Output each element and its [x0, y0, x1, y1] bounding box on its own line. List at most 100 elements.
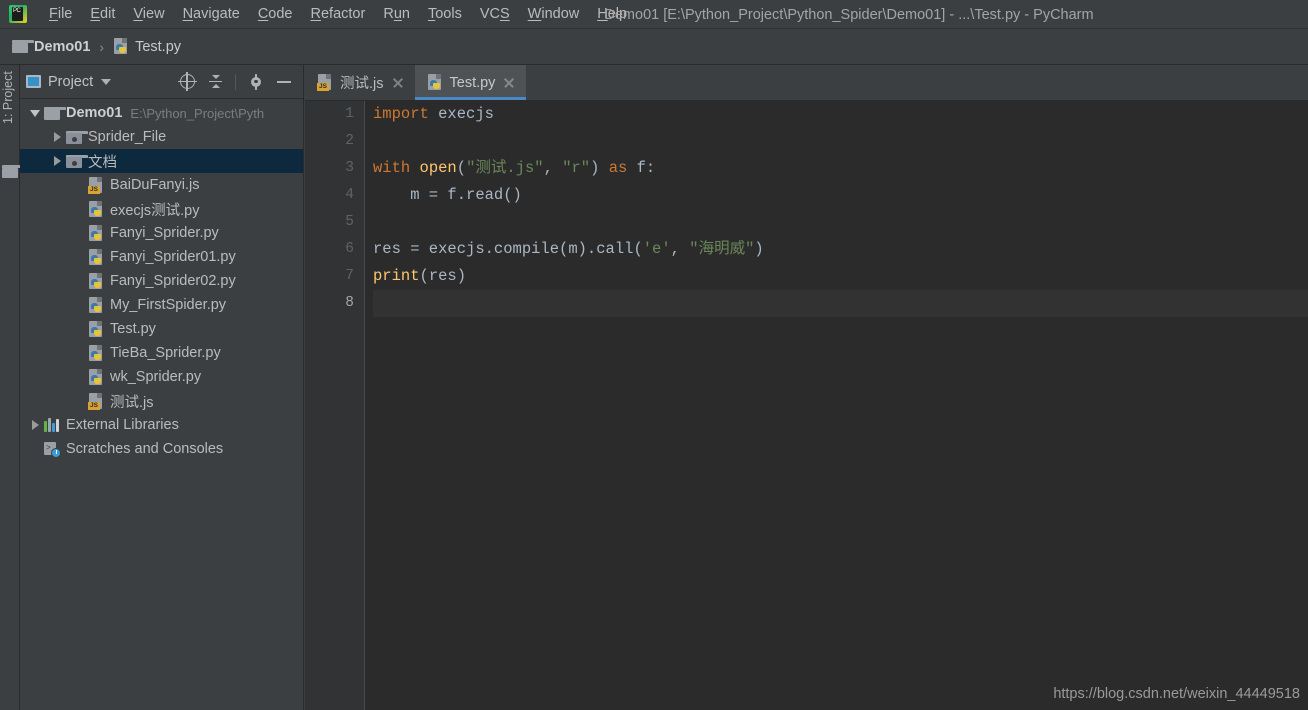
- tree-row-label: My_FirstSpider.py: [110, 297, 227, 313]
- code-line[interactable]: [373, 290, 1308, 317]
- menu-item-vcs[interactable]: VCS: [471, 3, 519, 25]
- tree-row-label: TieBa_Sprider.py: [110, 345, 221, 361]
- code-line[interactable]: res = execjs.compile(m).call('e', "海明威"): [373, 236, 1308, 263]
- tree-row-label: Demo01: [66, 105, 123, 121]
- tree-row[interactable]: Sprider_File: [20, 125, 303, 149]
- menu-item-view[interactable]: View: [124, 3, 173, 25]
- code-token: with: [373, 159, 411, 177]
- python-file-icon: [88, 344, 104, 362]
- tree-row[interactable]: JS BaiDuFanyi.js: [20, 173, 303, 197]
- code-token: ,: [670, 240, 690, 258]
- tree-row[interactable]: Fanyi_Sprider.py: [20, 221, 303, 245]
- settings-button[interactable]: [243, 69, 269, 95]
- tree-row-label: Fanyi_Sprider01.py: [110, 249, 236, 265]
- code-token: ): [754, 240, 764, 258]
- folder-icon: [2, 165, 24, 178]
- code-token: 'e': [642, 240, 671, 258]
- code-content[interactable]: import execjs with open("测试.js", "r") as…: [365, 101, 1308, 710]
- chevron-right-icon[interactable]: [26, 420, 44, 430]
- line-number: 6: [345, 241, 354, 257]
- tree-row[interactable]: >_ Scratches and Consoles: [20, 437, 303, 461]
- tree-row[interactable]: Fanyi_Sprider01.py: [20, 245, 303, 269]
- locate-target-button[interactable]: [174, 69, 200, 95]
- python-file-icon: [88, 200, 104, 218]
- minimize-icon: [277, 80, 291, 83]
- python-file-icon: [113, 38, 129, 55]
- tree-row[interactable]: TieBa_Sprider.py: [20, 341, 303, 365]
- line-number: 3: [345, 160, 354, 176]
- tree-row-label: 文档: [88, 154, 117, 171]
- close-icon[interactable]: [502, 76, 516, 90]
- project-tool-window: Project Demo01 E:\Python_Project\Pyth Spri…: [20, 65, 304, 710]
- collapse-all-button[interactable]: [202, 69, 228, 95]
- locate-target-icon: [177, 72, 197, 91]
- line-number: 4: [345, 187, 354, 203]
- tree-row[interactable]: Test.py: [20, 317, 303, 341]
- breadcrumb: Demo01 › Test.py: [0, 29, 1308, 65]
- editor-tab[interactable]: JS 测试.js: [305, 65, 415, 100]
- tree-row-label: Test.py: [110, 321, 156, 337]
- menu-item-refactor[interactable]: Refactor: [302, 3, 375, 25]
- chevron-down-icon[interactable]: [26, 109, 44, 117]
- pycharm-window: PC File Edit View Navigate Code Refactor…: [0, 0, 1308, 710]
- menu-item-run[interactable]: Run: [374, 3, 419, 25]
- code-line[interactable]: [373, 209, 1308, 236]
- code-line[interactable]: with open("测试.js", "r") as f:: [373, 155, 1308, 182]
- python-file-icon: [88, 224, 104, 242]
- editor-tab-bar: JS 测试.js Test.py: [305, 65, 1308, 101]
- folder-icon: [44, 106, 66, 120]
- code-token: execjs: [428, 105, 494, 123]
- tree-row-label: Fanyi_Sprider02.py: [110, 273, 236, 289]
- close-icon[interactable]: [391, 76, 405, 90]
- menu-item-code[interactable]: Code: [249, 3, 302, 25]
- tree-row-label: Sprider_File: [88, 129, 167, 145]
- tree-row[interactable]: Demo01 E:\Python_Project\Pyth: [20, 101, 303, 125]
- editor-tab-label: Test.py: [449, 74, 496, 91]
- tree-row[interactable]: My_FirstSpider.py: [20, 293, 303, 317]
- project-panel-title: Project: [48, 73, 94, 90]
- tree-row-label: Fanyi_Sprider.py: [110, 225, 219, 241]
- tree-row-label: External Libraries: [66, 417, 179, 433]
- tree-row[interactable]: 文档: [20, 149, 303, 173]
- settings-gear-icon: [249, 73, 264, 90]
- code-token: f:: [627, 159, 656, 177]
- left-tool-strip: 1: Project: [0, 65, 24, 710]
- minimize-button[interactable]: [271, 69, 297, 95]
- tree-row[interactable]: Fanyi_Sprider02.py: [20, 269, 303, 293]
- menu-item-file[interactable]: File: [40, 3, 81, 25]
- code-token: "测试.js": [466, 159, 544, 177]
- toolbar-divider: [235, 73, 236, 90]
- chevron-right-icon[interactable]: [48, 156, 66, 166]
- menu-bar: PC File Edit View Navigate Code Refactor…: [0, 0, 1308, 29]
- source-folder-icon: [66, 154, 88, 168]
- code-token: m = f.read(): [373, 186, 522, 204]
- tree-row[interactable]: JS 测试.js: [20, 389, 303, 413]
- menu-item-navigate[interactable]: Navigate: [174, 3, 249, 25]
- tree-row[interactable]: External Libraries: [20, 413, 303, 437]
- chevron-down-icon[interactable]: [101, 78, 112, 85]
- code-line[interactable]: m = f.read(): [373, 182, 1308, 209]
- tree-row[interactable]: wk_Sprider.py: [20, 365, 303, 389]
- breadcrumb-project[interactable]: Demo01: [8, 37, 94, 57]
- chevron-right-icon[interactable]: [48, 132, 66, 142]
- menu-item-edit[interactable]: Edit: [81, 3, 124, 25]
- code-line[interactable]: [373, 128, 1308, 155]
- editor-tab[interactable]: Test.py: [414, 65, 527, 100]
- code-token: print: [373, 267, 420, 285]
- menu-item-help[interactable]: Help: [588, 3, 636, 25]
- folder-icon: [12, 40, 34, 53]
- code-token: "r": [562, 159, 591, 177]
- tree-row[interactable]: execjs测试.py: [20, 197, 303, 221]
- tool-window-button-project[interactable]: 1: Project: [1, 71, 19, 161]
- code-line[interactable]: print(res): [373, 263, 1308, 290]
- python-file-icon: [88, 248, 104, 266]
- js-file-icon: JS: [317, 74, 333, 91]
- code-line[interactable]: import execjs: [373, 101, 1308, 128]
- code-token: res = execjs.compile(m).call(: [373, 240, 643, 258]
- code-token: open: [419, 159, 457, 177]
- menu-item-tools[interactable]: Tools: [419, 3, 471, 25]
- menu-item-window[interactable]: Window: [519, 3, 589, 25]
- code-editor[interactable]: 1 2 3 4 5 6 7 8 import execjs with open("测试.js"…: [305, 101, 1308, 710]
- breadcrumb-file[interactable]: Test.py: [109, 36, 185, 57]
